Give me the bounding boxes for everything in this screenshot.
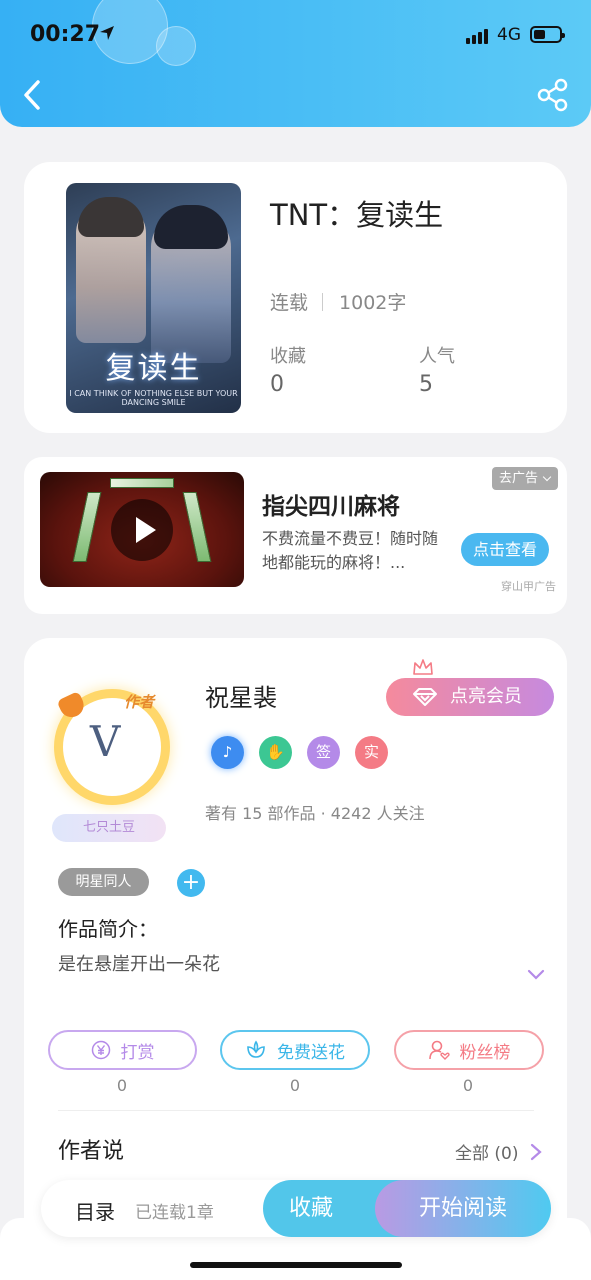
author-role-tag: 作者 [124, 693, 155, 711]
ad-description: 不费流量不费豆！随时随地都能玩的麻将！... [262, 529, 439, 572]
book-info-card: 复读生 I CAN THINK OF NOTHING ELSE BUT YOUR… [24, 162, 567, 433]
top-header: 00:27 4G [0, 0, 591, 127]
crown-icon [413, 659, 433, 675]
toc-button[interactable]: 目录 [75, 1196, 115, 1225]
meta-divider [322, 292, 324, 311]
fan-rank-button[interactable]: 粉丝榜 [394, 1030, 544, 1070]
decor-bubble-small [156, 26, 196, 66]
vip-button-label: 点亮会员 [450, 686, 522, 707]
tiles-right [182, 492, 212, 562]
author-card: V 作者 七只土豆 祝星裴 点亮会员 ♪ ✋ 签 实 著有 15 部作品 · 4… [24, 638, 567, 1258]
fan-rank-count: 0 [462, 1076, 474, 1095]
flower-icon [247, 1040, 265, 1058]
signal-icon [466, 29, 488, 44]
handshake-medal-icon[interactable]: ✋ [259, 736, 292, 769]
ad-view-button[interactable]: 点击查看 [461, 533, 549, 566]
nickname-badge: 七只土豆 [52, 814, 166, 842]
play-icon[interactable] [111, 499, 173, 561]
book-meta: 连载 1002字 [270, 288, 406, 315]
status-time: 00:27 [30, 22, 101, 47]
verified-badge-icon[interactable]: 实 [355, 736, 388, 769]
activate-vip-button[interactable]: 点亮会员 [386, 678, 554, 716]
avatar-initial-icon: V [90, 717, 121, 766]
tip-label: 打赏 [120, 1042, 155, 1063]
cover-hair-left [78, 197, 144, 237]
cover-hair-right [154, 205, 228, 249]
cover-title: 复读生 [105, 351, 202, 386]
send-flower-button[interactable]: 免费送花 [220, 1030, 370, 1070]
diamond-icon [413, 688, 437, 706]
author-say-title: 作者说 [58, 1139, 125, 1164]
book-title: TNT：复读生 [270, 198, 444, 232]
chevron-right-icon[interactable] [530, 1143, 542, 1161]
popularity-label: 人气 [419, 346, 455, 367]
tip-button[interactable]: 打赏 [48, 1030, 197, 1070]
tiles-left [72, 492, 102, 562]
cover-footer-text: I CAN THINK OF NOTHING ELSE BUT YOUR DAN… [69, 389, 238, 407]
tip-count: 0 [116, 1076, 128, 1095]
author-say-all-link[interactable]: 全部 (0) [455, 1139, 518, 1164]
ad-source: 穿山甲广告 [501, 580, 556, 593]
word-count: 1002字 [339, 292, 407, 314]
author-badges: ♪ ✋ 签 实 [211, 736, 388, 769]
author-name[interactable]: 祝星裴 [205, 678, 277, 713]
fan-icon [428, 1040, 450, 1060]
ad-card[interactable]: 指尖四川麻将 不费流量不费豆！随时随地都能玩的麻将！... 去广告 点击查看 穿… [24, 457, 567, 614]
remove-ad-button[interactable]: 去广告 [492, 467, 558, 490]
chapter-count: 已连载1章 [135, 1203, 214, 1223]
sign-badge-icon[interactable]: 签 [307, 736, 340, 769]
share-button[interactable] [536, 78, 570, 112]
bottom-action-bar: 目录 已连载1章 收藏 开始阅读 [41, 1180, 551, 1237]
book-status: 连载 [270, 292, 309, 314]
book-cover[interactable]: 复读生 I CAN THINK OF NOTHING ELSE BUT YOUR… [66, 183, 241, 413]
intro-label: 作品简介： [58, 917, 158, 941]
home-indicator [190, 1262, 402, 1268]
collect-label: 收藏 [270, 346, 306, 367]
flower-label: 免费送花 [277, 1042, 345, 1063]
network-label: 4G [497, 25, 521, 45]
plus-icon[interactable]: + [177, 869, 205, 897]
music-medal-icon[interactable]: ♪ [211, 736, 244, 769]
genre-tag[interactable]: 明星同人 [58, 868, 149, 896]
tiles-top [110, 478, 174, 488]
start-reading-button[interactable]: 开始阅读 [375, 1180, 551, 1237]
location-arrow-icon [100, 26, 114, 40]
back-button[interactable] [18, 78, 50, 112]
flower-count: 0 [289, 1076, 301, 1095]
ad-video-thumbnail[interactable] [40, 472, 244, 587]
author-works-info: 著有 15 部作品 · 4242 人关注 [205, 804, 425, 823]
author-avatar[interactable]: V 作者 [50, 685, 176, 811]
fan-rank-label: 粉丝榜 [459, 1042, 511, 1063]
section-divider [58, 1110, 534, 1111]
popularity-value: 5 [419, 372, 433, 397]
yen-icon [91, 1040, 110, 1060]
battery-icon [530, 26, 565, 43]
collect-value: 0 [270, 372, 284, 397]
intro-text: 是在悬崖开出一朵花 [58, 954, 220, 975]
ad-title: 指尖四川麻将 [262, 494, 400, 520]
chevron-down-icon[interactable] [527, 966, 545, 984]
